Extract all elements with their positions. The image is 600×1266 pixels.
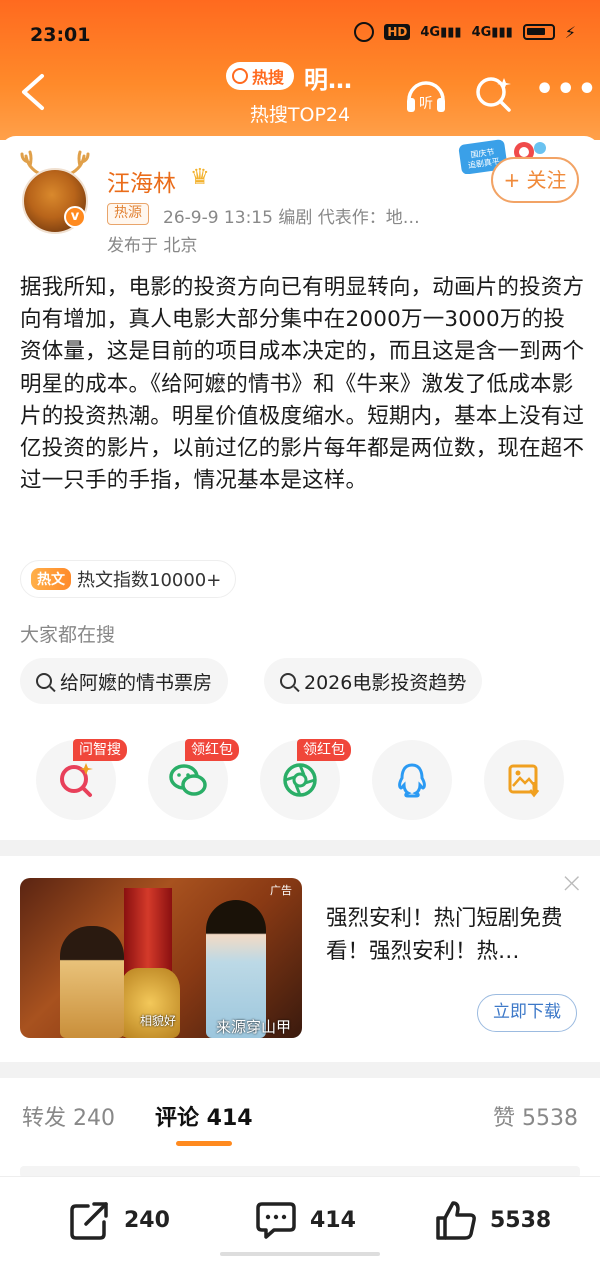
share-tag: 领红包: [297, 739, 351, 761]
ad-image[interactable]: 相貌好 来源穿山甲 广告: [20, 878, 302, 1038]
battery-icon: [522, 24, 555, 40]
qq-icon: [398, 763, 426, 798]
comment-icon: [256, 1202, 296, 1239]
search-icon: [232, 68, 248, 84]
wechat-icon: [169, 764, 207, 796]
alarm-icon: [354, 22, 375, 42]
repost-icon: [70, 1202, 108, 1240]
ad-download-button[interactable]: 立即下载: [477, 994, 577, 1032]
tab-like[interactable]: 赞 5538: [493, 1100, 578, 1132]
ad-label: 广告: [270, 884, 292, 897]
hot-index-tag: 热文: [31, 568, 71, 590]
share-qq-button[interactable]: [372, 740, 452, 820]
zhisou-icon: [60, 763, 93, 797]
moments-icon: [283, 763, 317, 797]
related-searches-label: 大家都在搜: [20, 624, 116, 646]
share-tag: 领红包: [185, 739, 239, 761]
post-meta: 26-9-9 13:15 编剧 代表作：地…: [163, 208, 420, 228]
close-icon[interactable]: ×: [560, 869, 584, 897]
repost-count: 240: [124, 1207, 170, 1233]
comment-count: 414: [310, 1207, 356, 1233]
share-tag: 问智搜: [73, 739, 127, 761]
search-icon: [280, 673, 296, 689]
home-indicator[interactable]: [220, 1252, 380, 1256]
section-divider: [0, 1062, 600, 1078]
svg-text:听: 听: [419, 96, 433, 112]
hot-index-label: 热文指数10000+: [77, 570, 222, 591]
save-image-icon: [508, 764, 540, 798]
headphones-icon: 听: [407, 81, 445, 112]
tab-comment[interactable]: 评论 414: [155, 1100, 253, 1132]
share-save-image-button[interactable]: [484, 740, 564, 820]
tab-repost[interactable]: 转发 240: [22, 1100, 115, 1132]
tab-active-indicator: [176, 1141, 232, 1146]
section-divider: [0, 840, 600, 856]
like-count: 5538: [490, 1207, 552, 1233]
signal-icon-2: 4G▮▮▮: [471, 24, 513, 40]
status-bar: 23:01 HD 4G▮▮▮ 4G▮▮▮ ⚡: [0, 20, 600, 54]
hot-index-chip[interactable]: 热文 热文指数10000+: [20, 560, 237, 598]
charging-icon: ⚡: [564, 22, 576, 42]
comment-button[interactable]: 414: [254, 1198, 356, 1242]
post-text: 据我所知，电影的投资方向已有明显转向，动画片的投资方向有增加，真人电影大部分集中…: [20, 275, 585, 494]
ad-caption: 相貌好: [140, 1014, 177, 1028]
page-title: 明…: [304, 66, 352, 94]
status-time: 23:01: [30, 24, 91, 46]
listen-button[interactable]: 听: [404, 74, 448, 114]
post-location: 发布于 北京: [107, 236, 198, 256]
follow-button[interactable]: + 关注: [491, 157, 579, 203]
hd-badge: HD: [384, 24, 411, 40]
ad-title[interactable]: 强烈安利！热门短剧免费看！强烈安利！热…: [326, 902, 578, 968]
ad-source: 来源穿山甲: [216, 1018, 292, 1036]
hot-search-badge[interactable]: 热搜: [226, 62, 295, 90]
thumbs-up-icon: [436, 1201, 476, 1240]
verified-badge: v: [64, 206, 86, 228]
search-chip[interactable]: 2026电影投资趋势: [264, 658, 483, 704]
signal-icon: 4G▮▮▮: [420, 24, 462, 40]
author-name[interactable]: 汪海林: [107, 164, 176, 198]
repost-button[interactable]: 240: [68, 1198, 170, 1242]
search-icon: [476, 77, 511, 112]
search-button[interactable]: [474, 74, 514, 114]
status-icons: HD 4G▮▮▮ 4G▮▮▮ ⚡: [354, 22, 576, 42]
source-tag: 热源: [107, 203, 149, 225]
search-chip[interactable]: 给阿嬷的情书票房: [20, 658, 229, 704]
ad-image-figure: [60, 926, 124, 1038]
search-icon: [36, 673, 52, 689]
like-button[interactable]: 5538: [434, 1198, 551, 1242]
crown-icon: ♛: [190, 165, 210, 190]
more-icon[interactable]: •••: [535, 75, 599, 105]
